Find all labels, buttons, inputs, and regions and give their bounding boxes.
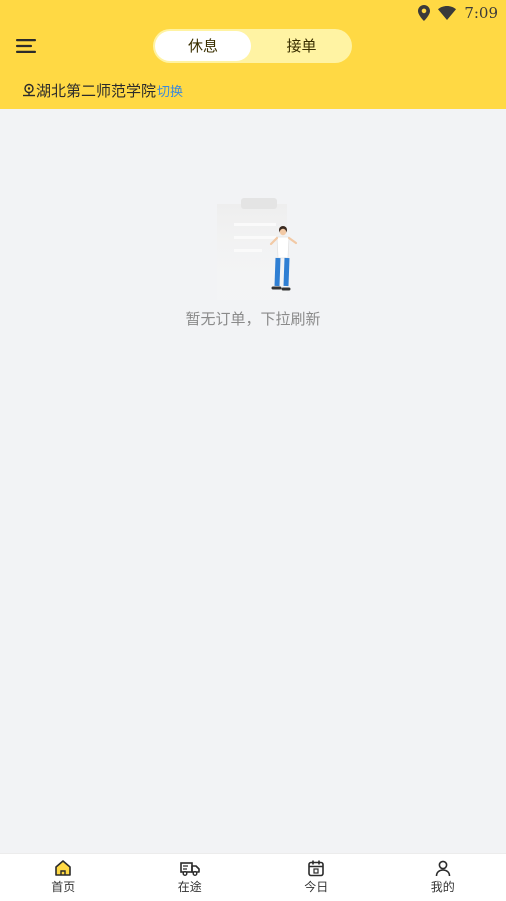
tab-home[interactable]: 首页 [0,854,127,901]
tab-in-transit[interactable]: 在途 [127,854,254,901]
campus-name: 湖北第二师范学院 [36,80,156,101]
empty-state: 暂无订单，下拉刷新 [0,190,506,329]
switch-campus-link[interactable]: 切换 [157,81,183,100]
empty-message: 暂无订单，下拉刷新 [0,308,506,329]
location-pin-icon [22,83,36,97]
toggle-option-accept-orders[interactable]: 接单 [253,31,350,61]
status-time: 7:09 [464,4,498,22]
location-icon [418,5,430,21]
menu-icon[interactable] [16,38,38,54]
tab-today[interactable]: 今日 [253,854,380,901]
bottom-tab-bar: 首页 在途 今日 我的 [0,853,506,901]
tab-home-label: 首页 [51,878,75,895]
tab-mine[interactable]: 我的 [380,854,506,901]
mode-toggle: 休息 接单 [153,29,352,63]
truck-icon [180,859,200,877]
empty-clipboard-illustration [198,190,308,302]
status-bar: 7:09 [418,4,498,22]
toggle-option-rest[interactable]: 休息 [155,31,251,61]
tab-mine-label: 我的 [431,878,455,895]
calendar-icon [307,859,325,877]
app-header: 7:09 休息 接单 湖北第二师范学院 切换 [0,0,506,109]
home-icon [54,859,72,877]
tab-in-transit-label: 在途 [178,878,202,895]
user-icon [434,859,452,877]
wifi-icon [438,6,456,20]
campus-location: 湖北第二师范学院 切换 [22,79,183,101]
tab-today-label: 今日 [304,878,328,895]
